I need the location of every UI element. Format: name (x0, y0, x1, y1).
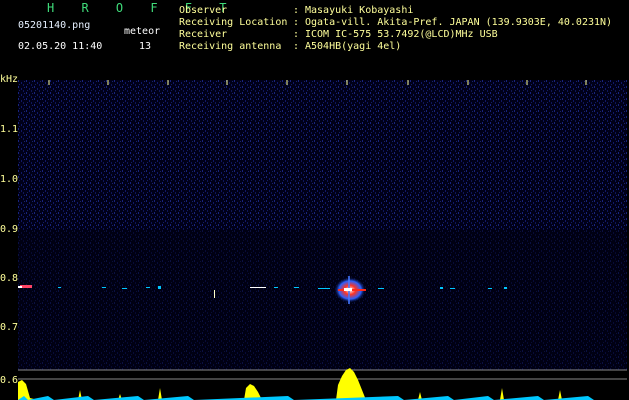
info-key: Observer (179, 5, 228, 16)
info-observer: Observer: Masayuki Kobayashi (179, 5, 413, 16)
level-monitor (18, 368, 627, 400)
y-tick: 1.0 (0, 174, 19, 185)
datetime: 02.05.20 11:40 (18, 41, 103, 52)
info-receiver: Receiver: ICOM IC-575 53.7492(@LCD)MHz US… (179, 29, 498, 40)
info-separator: : (293, 5, 300, 16)
y-tick: 0.9 (0, 224, 19, 235)
spectrogram-plot (18, 80, 627, 400)
meteor-label: meteor (124, 26, 161, 37)
info-value: ICOM IC-575 53.7492(@LCD)MHz USB (305, 29, 498, 40)
info-antenna: Receiving antenna: A504HB(yagi 4el) (179, 41, 401, 52)
y-tick: 0.8 (0, 273, 19, 284)
info-value: Ogata-vill. Akita-Pref. JAPAN (139.9303E… (305, 17, 613, 28)
meteor-count: 13 (139, 41, 152, 52)
y-tick: 1.1 (0, 124, 19, 135)
filename: 05201140.png (18, 20, 91, 31)
info-value: Masayuki Kobayashi (305, 5, 414, 16)
y-tick: 0.6 (0, 375, 19, 386)
info-separator: : (293, 29, 300, 40)
info-separator: : (293, 41, 300, 52)
y-unit-label: kHz (0, 74, 19, 85)
info-value: A504HB(yagi 4el) (305, 41, 402, 52)
info-key: Receiving antenna (179, 41, 282, 52)
info-key: Receiving Location (179, 17, 288, 28)
noise-floor (18, 80, 627, 370)
info-key: Receiver (179, 29, 228, 40)
info-location: Receiving Location: Ogata-vill. Akita-Pre… (179, 17, 612, 28)
y-tick: 0.7 (0, 322, 19, 333)
info-separator: : (293, 17, 300, 28)
